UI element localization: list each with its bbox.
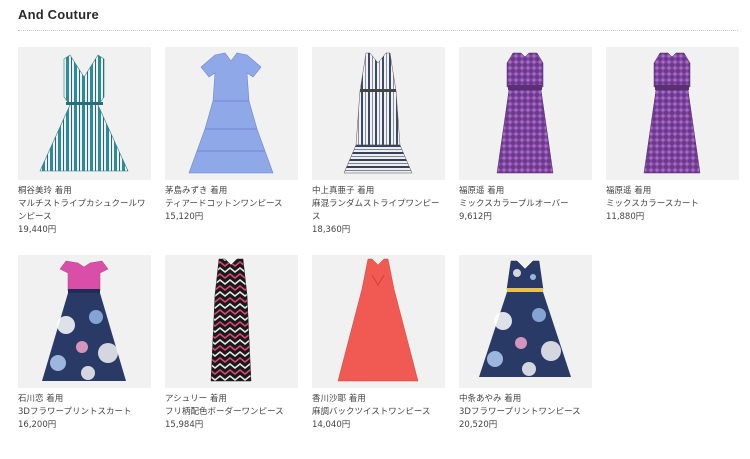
product-name[interactable]: 麻調バックツイストワンピース — [312, 406, 445, 419]
product-card[interactable]: 福原遥 着用 ミックスカラースカート 11,880円 — [606, 47, 739, 224]
model-name: 茅島みずき 着用 — [165, 186, 228, 196]
flower-print-dress-icon — [479, 260, 571, 377]
zigzag-border-dress-icon — [210, 258, 252, 382]
model-name: 石川恋 着用 — [18, 394, 64, 404]
product-name[interactable]: 3Dフラワープリントワンピース — [459, 406, 592, 419]
product-image[interactable] — [312, 255, 445, 388]
product-image[interactable] — [312, 47, 445, 180]
product-image[interactable] — [165, 47, 298, 180]
product-card[interactable]: 中上真亜子 着用 麻混ランダムストライプワンピース 18,360円 — [312, 47, 445, 237]
model-name: アシュリー 着用 — [165, 394, 227, 404]
product-name[interactable]: フリ柄配色ボーダーワンピース — [165, 406, 298, 419]
product-price: 11,880円 — [606, 212, 645, 222]
product-image[interactable] — [459, 47, 592, 180]
product-price: 9,612円 — [459, 212, 492, 222]
product-price: 18,360円 — [312, 225, 351, 235]
back-twist-dress-icon — [337, 258, 419, 382]
tiered-cotton-dress-icon — [188, 52, 274, 174]
product-image[interactable] — [18, 255, 151, 388]
section-title: And Couture — [18, 7, 99, 22]
product-name[interactable]: ミックスカラープルオーバー — [459, 198, 592, 211]
product-name[interactable]: マルチストライプカシュクールワンピース — [18, 198, 151, 224]
product-image[interactable] — [165, 255, 298, 388]
model-name: 香川沙耶 着用 — [312, 394, 366, 404]
model-name: 中条あやみ 着用 — [459, 394, 522, 404]
product-card[interactable]: 桐谷美玲 着用 マルチストライプカシュクールワンピース 19,440円 — [18, 47, 151, 237]
product-image[interactable] — [459, 255, 592, 388]
product-price: 15,984円 — [165, 420, 204, 430]
mix-color-skirt-icon — [643, 52, 701, 174]
product-price: 19,440円 — [18, 225, 57, 235]
product-card[interactable]: 中条あやみ 着用 3Dフラワープリントワンピース 20,520円 — [459, 255, 592, 432]
product-name[interactable]: 3Dフラワープリントスカート — [18, 406, 151, 419]
product-price: 20,520円 — [459, 420, 498, 430]
divider — [18, 30, 738, 31]
product-name[interactable]: ミックスカラースカート — [606, 198, 739, 211]
product-image[interactable] — [606, 47, 739, 180]
product-name[interactable]: 麻混ランダムストライプワンピース — [312, 198, 445, 224]
product-card[interactable]: 香川沙耶 着用 麻調バックツイストワンピース 14,040円 — [312, 255, 445, 432]
product-card[interactable]: 福原遥 着用 ミックスカラープルオーバー 9,612円 — [459, 47, 592, 224]
product-price: 14,040円 — [312, 420, 351, 430]
product-price: 15,120円 — [165, 212, 204, 222]
model-name: 福原遥 着用 — [606, 186, 652, 196]
model-name: 桐谷美玲 着用 — [18, 186, 72, 196]
product-card[interactable]: 石川恋 着用 3Dフラワープリントスカート 16,200円 — [18, 255, 151, 432]
model-name: 中上真亜子 着用 — [312, 186, 375, 196]
flower-print-skirt-icon — [42, 260, 126, 381]
mix-color-pullover-icon — [496, 52, 554, 174]
random-stripe-dress-icon — [343, 52, 413, 174]
product-name[interactable]: ティアードコットンワンピース — [165, 198, 298, 211]
striped-wrap-dress-icon — [39, 54, 129, 172]
product-card[interactable]: アシュリー 着用 フリ柄配色ボーダーワンピース 15,984円 — [165, 255, 298, 432]
model-name: 福原遥 着用 — [459, 186, 505, 196]
product-price: 16,200円 — [18, 420, 57, 430]
product-card[interactable]: 茅島みずき 着用 ティアードコットンワンピース 15,120円 — [165, 47, 298, 224]
product-image[interactable] — [18, 47, 151, 180]
